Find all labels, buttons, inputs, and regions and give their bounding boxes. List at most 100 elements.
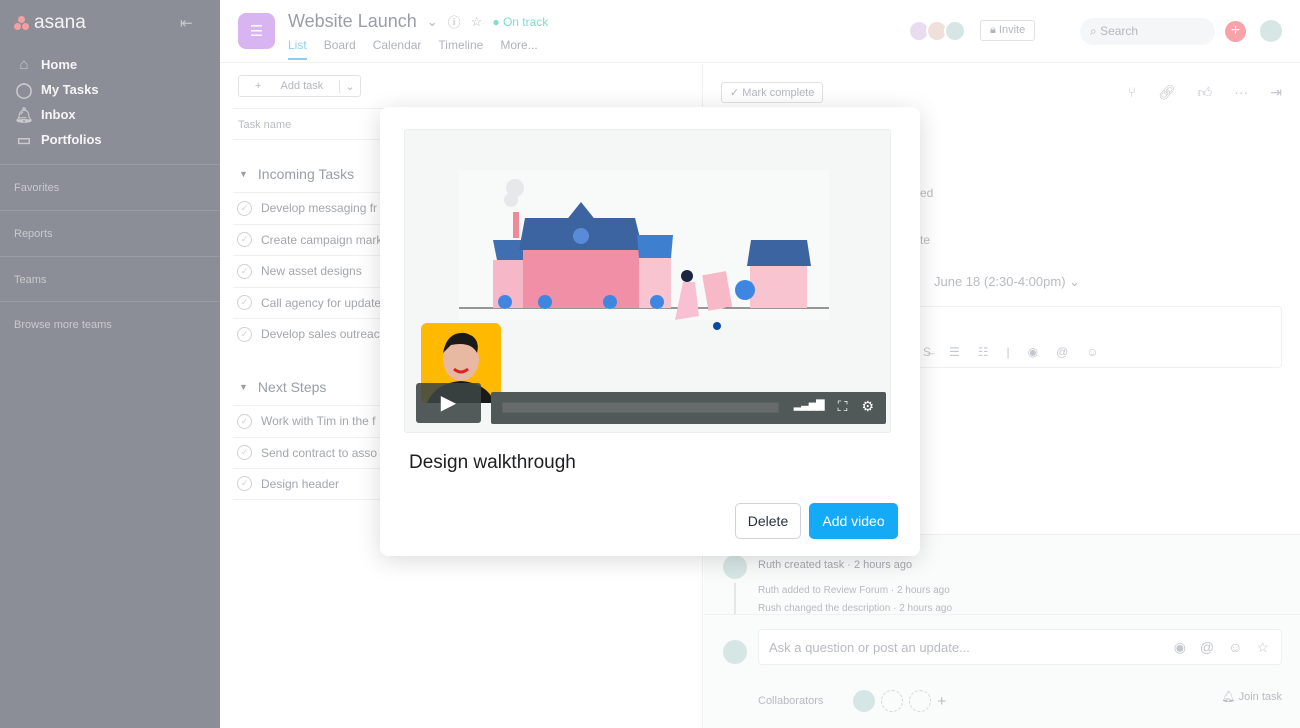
empty-collaborator-icon[interactable] [881,690,904,712]
empty-collaborator-icon[interactable] [909,690,932,712]
task-name: New asset designs [261,264,362,279]
mark-complete-label: Mark complete [742,87,815,99]
sidebar-browse-teams[interactable]: Browse more teams [0,301,220,348]
more-icon[interactable]: ··· [1234,84,1248,101]
subtask-icon[interactable]: ⑂ [1127,84,1135,101]
settings-gear-icon[interactable]: ⚙ [861,398,874,415]
task-name: Develop messaging fr [261,201,378,216]
fullscreen-icon[interactable]: ⛶ [838,398,848,415]
sidebar-item-label: Portfolios [41,132,102,147]
add-collaborator-icon[interactable]: + [937,693,946,710]
star-icon[interactable]: ☆ [1256,639,1269,656]
activity-time: 2 hours ago [896,585,950,596]
sidebar-item-portfolios[interactable]: ▭ Portfolios [14,127,102,152]
mention-icon[interactable]: @ [1056,345,1068,359]
sidebar-item-inbox[interactable]: 🔔︎ Inbox [14,102,102,127]
top-bar: ☰ Website Launch ⌄ ⓘ ☆ ● On track List B… [220,0,1300,63]
field-text-fragment: te [920,233,931,247]
comment-input[interactable]: Ask a question or post an update... ◉ @ ☺ ☆ [758,629,1282,665]
close-pane-icon[interactable]: ⇥ [1270,84,1282,101]
video-progress-bar[interactable] [502,402,779,413]
page-title: Website Launch [288,11,417,31]
check-icon[interactable]: ✓ [237,295,252,311]
sidebar-item-label: Inbox [41,107,76,122]
sidebar-item-home[interactable]: ⌂ Home [14,52,102,77]
bullet-list-icon[interactable]: ☰ [949,345,960,359]
check-icon[interactable]: ✓ [237,263,252,279]
timeline-line [734,583,736,615]
field-text-fragment: ed [920,186,934,200]
video-modal: ▶ ▂▃▅▇ ⛶ ⚙ Design walkthrough Delete Add v… [380,107,920,556]
collaborators-label: Collaborators [758,695,824,707]
add-task-button[interactable]: + Add task ⌄ [238,75,361,97]
thumbs-up-icon[interactable]: 👍︎ [1198,84,1213,101]
sidebar-item-my-tasks[interactable]: ◯ My Tasks [14,77,102,102]
play-button[interactable]: ▶ [416,383,481,423]
divider: | [1006,345,1010,359]
due-date[interactable]: June 18 (2:30-4:00pm) ⌄ [934,274,1080,290]
activity-item: Rush changed the description · 2 hours a… [758,603,953,614]
numbered-list-icon[interactable]: ☷ [978,345,989,359]
add-video-button[interactable]: Add video [809,503,898,539]
check-icon[interactable]: ✓ [237,200,252,216]
section-title: Incoming Tasks [257,166,355,182]
star-icon[interactable]: ☆ [471,14,483,30]
sidebar-reports[interactable]: Reports [0,210,220,257]
tab-calendar[interactable]: Calendar [373,38,422,60]
caret-down-icon[interactable]: ▼ [239,169,248,179]
search-input[interactable]: ⌕ Search [1080,18,1215,45]
chevron-down-icon[interactable]: ⌄ [427,14,438,30]
avatar [723,640,747,664]
invite-button[interactable]: 🔒︎ Invite [980,20,1036,41]
check-icon[interactable]: ✓ [237,413,252,429]
info-icon[interactable]: ⓘ [448,12,461,31]
search-placeholder: Search [1100,24,1139,38]
mark-complete-button[interactable]: ✓ Mark complete [721,82,824,103]
tab-list[interactable]: List [288,38,307,60]
user-avatar[interactable] [1260,20,1282,42]
project-members[interactable] [908,20,966,42]
task-name: Work with Tim in the f [261,414,376,429]
sidebar-teams[interactable]: Teams [0,256,220,303]
record-icon[interactable]: ◉ [1174,639,1186,656]
caret-down-icon[interactable]: ▼ [239,382,248,392]
link-icon[interactable]: 🔗︎ [1158,84,1176,101]
status-badge[interactable]: ● On track [492,15,548,29]
avatar[interactable] [853,690,876,712]
record-icon[interactable]: ◉ [1028,345,1038,359]
activity-item: Ruth created task · 2 hours ago [758,559,913,571]
comment-area: Ask a question or post an update... ◉ @ ☺ ☆… [704,614,1300,728]
avatar[interactable] [944,20,966,42]
logo-dots-icon [14,16,30,30]
join-task-label: Join task [1238,691,1282,703]
check-icon[interactable]: ✓ [237,445,252,461]
chevron-down-icon[interactable]: ⌄ [339,79,359,93]
asana-logo[interactable]: asana [14,12,86,34]
emoji-icon[interactable]: ☺ [1228,639,1242,656]
check-icon[interactable]: ✓ [237,476,252,492]
video-player[interactable]: ▶ ▂▃▅▇ ⛶ ⚙ [404,129,891,433]
volume-icon[interactable]: ▂▃▅▇ [794,398,825,415]
activity-text: Ruth added to Review Forum [758,585,889,596]
activity-item: Ruth added to Review Forum · 2 hours ago [758,585,950,596]
chart-icon: ▭ [16,131,32,149]
tab-more[interactable]: More... [500,38,537,60]
tab-board[interactable]: Board [324,38,356,60]
mention-icon[interactable]: @ [1200,639,1214,656]
strikethrough-icon[interactable]: S̶ [923,345,931,359]
emoji-icon[interactable]: ☺ [1086,345,1098,359]
collapse-sidebar-icon[interactable]: ⇤ [180,14,193,32]
description-editor[interactable]: S̶ ☰ ☷ | ◉ @ ☺ [904,306,1282,368]
sidebar-favorites[interactable]: Favorites [0,164,220,211]
check-icon[interactable]: ✓ [237,326,252,342]
join-task-button[interactable]: 🔔︎ Join task [1222,690,1282,703]
task-name: Create campaign mark [261,232,383,247]
delete-button[interactable]: Delete [735,503,801,539]
task-name: Call agency for update [261,295,382,310]
quick-add-button[interactable]: + [1225,21,1246,42]
tab-timeline[interactable]: Timeline [438,38,483,60]
home-icon: ⌂ [19,56,29,73]
check-icon[interactable]: ✓ [237,232,252,248]
task-name: Send contract to asso [261,445,378,460]
status-text: On track [502,14,549,29]
